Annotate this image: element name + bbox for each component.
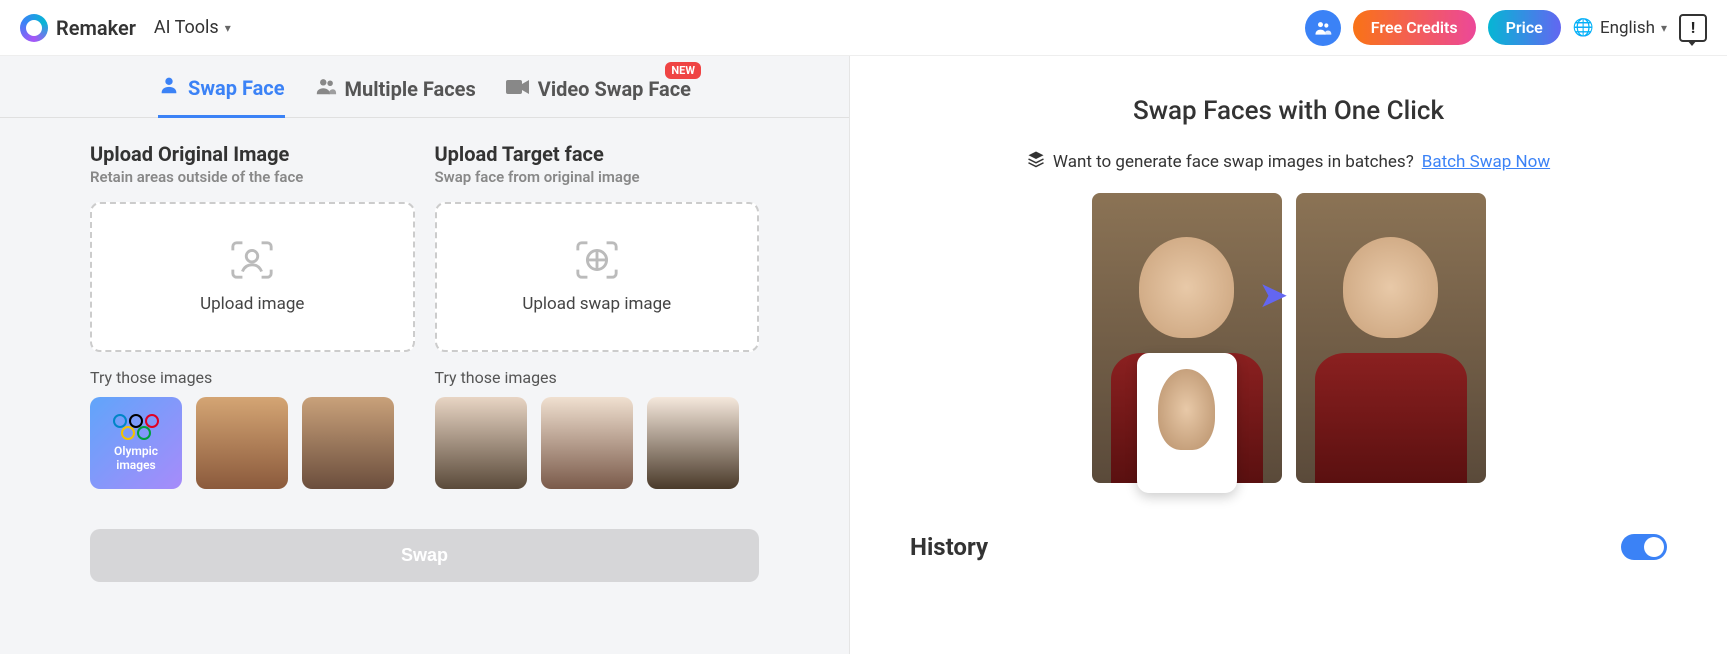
target-title: Upload Target face bbox=[435, 142, 760, 166]
price-button[interactable]: Price bbox=[1488, 10, 1561, 45]
new-badge: NEW bbox=[665, 62, 701, 79]
demo-face-overlay bbox=[1137, 353, 1237, 493]
original-title: Upload Original Image bbox=[90, 142, 415, 166]
tab-label: Multiple Faces bbox=[345, 77, 476, 101]
globe-icon: 🌐 bbox=[1573, 18, 1594, 38]
target-subtitle: Swap face from original image bbox=[435, 168, 760, 186]
tab-label: Swap Face bbox=[188, 76, 285, 100]
sample-target-2[interactable] bbox=[541, 397, 633, 489]
dropzone-label: Upload image bbox=[200, 294, 304, 314]
sample-original-1[interactable] bbox=[196, 397, 288, 489]
feedback-icon[interactable]: ! bbox=[1679, 14, 1707, 42]
original-subtitle: Retain areas outside of the face bbox=[90, 168, 415, 186]
community-icon[interactable] bbox=[1305, 10, 1341, 46]
tab-swap-face[interactable]: Swap Face bbox=[158, 74, 285, 118]
original-dropzone[interactable]: Upload image bbox=[90, 202, 415, 352]
tab-label: Video Swap Face bbox=[538, 77, 691, 101]
brand-logo[interactable]: Remaker bbox=[20, 14, 136, 42]
language-selector[interactable]: 🌐 English ▾ bbox=[1573, 18, 1667, 38]
sample-target-3[interactable] bbox=[647, 397, 739, 489]
person-icon bbox=[158, 74, 180, 101]
arrow-right-icon: ➤ bbox=[1258, 274, 1288, 316]
target-dropzone[interactable]: Upload swap image bbox=[435, 202, 760, 352]
history-heading: History bbox=[910, 533, 988, 561]
chevron-down-icon: ▾ bbox=[1661, 21, 1667, 35]
olympic-label: Olympic images bbox=[96, 444, 176, 472]
people-icon bbox=[315, 75, 337, 102]
page-title: Swap Faces with One Click bbox=[910, 96, 1667, 126]
swap-button[interactable]: Swap bbox=[90, 529, 759, 582]
try-label: Try those images bbox=[90, 368, 415, 387]
chevron-down-icon: ▾ bbox=[225, 21, 231, 35]
brand-name: Remaker bbox=[56, 16, 136, 40]
tab-video-swap[interactable]: Video Swap Face NEW bbox=[506, 74, 691, 117]
logo-icon bbox=[20, 14, 48, 42]
demo-result-image bbox=[1296, 193, 1486, 483]
batch-prompt: Want to generate face swap images in bat… bbox=[1053, 152, 1414, 172]
layers-icon bbox=[1027, 150, 1045, 173]
sample-target-1[interactable] bbox=[435, 397, 527, 489]
video-icon bbox=[506, 77, 530, 101]
language-label: English bbox=[1600, 18, 1655, 38]
try-label: Try those images bbox=[435, 368, 760, 387]
free-credits-button[interactable]: Free Credits bbox=[1353, 10, 1476, 45]
sample-original-2[interactable] bbox=[302, 397, 394, 489]
ai-tools-label: AI Tools bbox=[154, 17, 219, 38]
demo-preview: ➤ bbox=[910, 193, 1667, 483]
face-scan-icon bbox=[229, 240, 275, 280]
sample-olympic[interactable]: Olympic images bbox=[90, 397, 182, 489]
olympic-rings-icon bbox=[121, 426, 151, 440]
batch-swap-link[interactable]: Batch Swap Now bbox=[1422, 152, 1550, 172]
history-toggle[interactable] bbox=[1621, 534, 1667, 560]
face-detect-icon bbox=[574, 240, 620, 280]
ai-tools-dropdown[interactable]: AI Tools ▾ bbox=[154, 17, 231, 38]
dropzone-label: Upload swap image bbox=[522, 294, 671, 314]
tab-multiple-faces[interactable]: Multiple Faces bbox=[315, 74, 476, 117]
mode-tabs: Swap Face Multiple Faces Video Swap Face… bbox=[0, 56, 849, 118]
